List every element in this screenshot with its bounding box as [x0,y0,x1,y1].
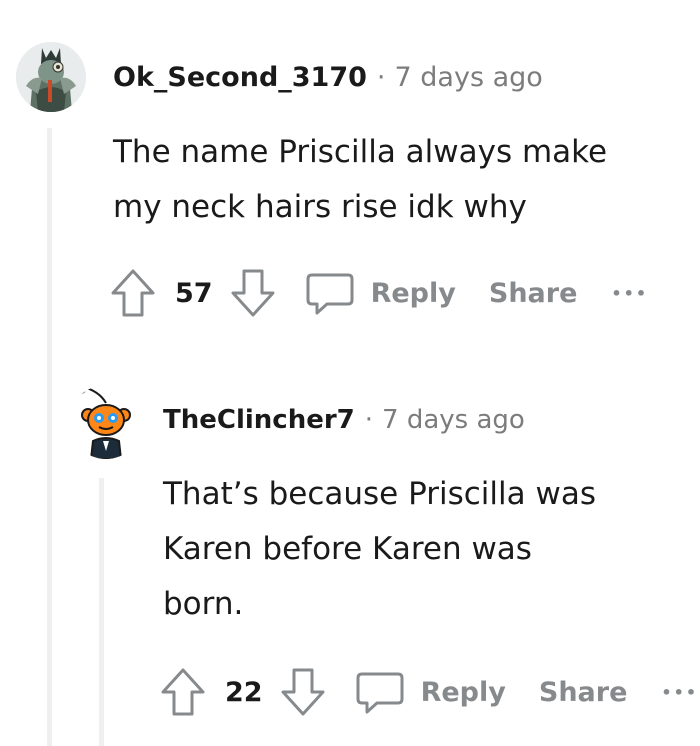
more-options-button[interactable]: ••• [611,284,648,303]
comment-text-line: Karen before Karen was [163,531,532,567]
more-options-button[interactable]: ••• [661,683,698,702]
comment-body: That’s because Priscilla was Karen befor… [163,467,596,632]
share-button[interactable]: Share [539,677,628,708]
vote-score: 22 [225,676,263,708]
armored-knight-avatar-icon [16,42,86,112]
reply-icon[interactable] [303,266,357,320]
meta-separator: · [376,62,386,93]
reply-button[interactable]: Reply [371,278,456,309]
user-avatar[interactable] [69,385,143,459]
comment-author[interactable]: Ok_Second_3170 [113,62,367,93]
downvote-icon[interactable] [279,665,327,719]
snoo-avatar-icon [69,385,143,459]
comment-body: The name Priscilla always make my neck h… [113,125,607,235]
comment-timestamp[interactable]: 7 days ago [395,62,543,93]
upvote-icon[interactable] [109,266,157,320]
user-avatar[interactable] [16,42,86,112]
thread-line[interactable] [99,478,104,746]
comment-author[interactable]: TheClincher7 [163,405,355,435]
reply-button[interactable]: Reply [421,677,506,708]
comment-meta: TheClincher7 · 7 days ago [163,405,525,435]
thread-line[interactable] [47,128,52,746]
comment-text-line: The name Priscilla always make [113,134,608,170]
comment-text-line: That’s because Priscilla was [163,476,597,512]
meta-separator: · [364,405,374,435]
comment-actions: 22 Reply Share ••• [159,665,698,719]
comment-timestamp[interactable]: 7 days ago [382,405,525,435]
comment-text-line: born. [163,586,244,622]
comment-actions: 57 Reply Share ••• [109,266,648,320]
vote-score: 57 [175,277,213,309]
share-button[interactable]: Share [489,278,578,309]
upvote-icon[interactable] [159,665,207,719]
reply-icon[interactable] [353,665,407,719]
comment-text-line: my neck hairs rise idk why [113,189,527,225]
comment-meta: Ok_Second_3170 · 7 days ago [113,62,543,93]
downvote-icon[interactable] [229,266,277,320]
